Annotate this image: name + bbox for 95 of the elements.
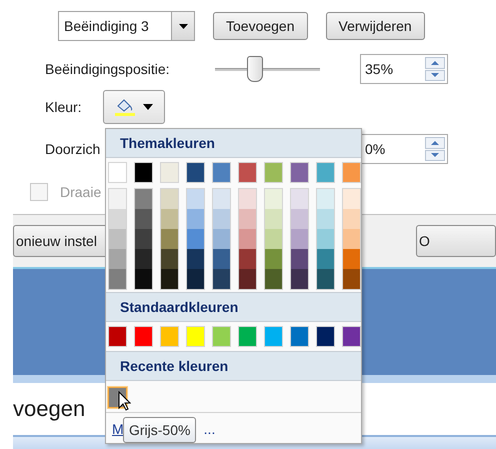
color-swatch[interactable] <box>238 326 257 347</box>
color-swatch[interactable] <box>265 229 282 249</box>
toolbar-button[interactable]: Verwijderen <box>326 12 425 40</box>
color-swatch[interactable] <box>238 162 257 183</box>
color-swatch[interactable] <box>212 326 231 347</box>
color-swatch[interactable] <box>264 326 283 347</box>
color-swatch[interactable] <box>135 249 152 269</box>
section-heading: Standaardkleuren <box>120 299 238 315</box>
color-swatch[interactable] <box>343 249 360 269</box>
position-label: Beëindigingspositie: <box>45 61 171 77</box>
color-swatch[interactable] <box>135 229 152 249</box>
color-swatch[interactable] <box>316 162 335 183</box>
color-swatch[interactable] <box>265 209 282 229</box>
caret-icon <box>143 104 153 110</box>
color-swatch[interactable] <box>135 269 152 289</box>
color-swatch[interactable] <box>108 326 127 347</box>
position-spinbox[interactable]: 35% <box>360 54 448 84</box>
color-swatch[interactable] <box>317 189 334 209</box>
ending-combo[interactable]: Beëindiging 3 <box>58 11 195 41</box>
color-swatch[interactable] <box>290 326 309 347</box>
combo-value: Beëindiging 3 <box>63 17 150 36</box>
more-colors-link[interactable]: ... <box>204 421 216 437</box>
fill-color-button[interactable] <box>103 90 165 124</box>
color-swatch[interactable] <box>187 249 204 269</box>
footer-button[interactable]: O <box>416 225 496 257</box>
slider-thumb[interactable] <box>246 56 263 82</box>
color-swatch[interactable] <box>239 249 256 269</box>
paint-bucket-icon <box>115 98 135 116</box>
color-swatch[interactable] <box>161 209 178 229</box>
color-swatch[interactable] <box>291 209 308 229</box>
mouse-pointer-icon <box>118 391 131 411</box>
section-heading: Themakleuren <box>120 135 215 151</box>
color-swatch[interactable] <box>160 326 179 347</box>
color-swatch[interactable] <box>213 189 230 209</box>
color-swatch[interactable] <box>161 269 178 289</box>
color-swatch[interactable] <box>187 269 204 289</box>
color-label: Kleur: <box>45 99 83 115</box>
color-swatch[interactable] <box>186 162 205 183</box>
color-swatch[interactable] <box>213 249 230 269</box>
color-swatch[interactable] <box>239 189 256 209</box>
color-swatch[interactable] <box>187 229 204 249</box>
color-swatch[interactable] <box>265 189 282 209</box>
more-colors-link[interactable]: M <box>112 421 124 437</box>
body-text: voegen <box>13 396 86 422</box>
color-swatch[interactable] <box>239 209 256 229</box>
color-swatch[interactable] <box>239 229 256 249</box>
color-swatch[interactable] <box>135 189 152 209</box>
color-swatch[interactable] <box>186 326 205 347</box>
color-swatch[interactable] <box>161 229 178 249</box>
color-swatch[interactable] <box>213 209 230 229</box>
color-swatch[interactable] <box>342 326 361 347</box>
color-swatch[interactable] <box>291 249 308 269</box>
caret-icon <box>178 24 188 28</box>
rotate-label: Draaie <box>60 184 102 200</box>
color-swatch[interactable] <box>109 189 126 209</box>
dropdown-button[interactable] <box>171 12 194 40</box>
color-swatch[interactable] <box>317 269 334 289</box>
color-swatch[interactable] <box>343 269 360 289</box>
color-swatch[interactable] <box>161 189 178 209</box>
color-swatch[interactable] <box>109 249 126 269</box>
color-swatch[interactable] <box>317 229 334 249</box>
color-swatch[interactable] <box>213 269 230 289</box>
tooltip: Grijs-50% <box>123 417 196 443</box>
color-swatch[interactable] <box>265 249 282 269</box>
color-swatch[interactable] <box>108 162 127 183</box>
color-swatch[interactable] <box>316 326 335 347</box>
color-swatch[interactable] <box>290 162 309 183</box>
section-heading: Recente kleuren <box>120 358 228 374</box>
color-swatch[interactable] <box>135 209 152 229</box>
toolbar-button[interactable]: Toevoegen <box>213 12 308 40</box>
color-swatch[interactable] <box>264 162 283 183</box>
color-swatch[interactable] <box>343 229 360 249</box>
color-swatch[interactable] <box>160 162 179 183</box>
color-swatch[interactable] <box>109 229 126 249</box>
transparency-spinbox[interactable]: 0% <box>360 134 448 164</box>
color-swatch[interactable] <box>343 189 360 209</box>
color-swatch[interactable] <box>212 162 231 183</box>
color-swatch[interactable] <box>161 249 178 269</box>
color-swatch[interactable] <box>265 269 282 289</box>
color-swatch[interactable] <box>317 209 334 229</box>
color-swatch[interactable] <box>109 269 126 289</box>
color-swatch[interactable] <box>213 229 230 249</box>
transparency-label: Doorzich <box>45 141 100 157</box>
color-swatch[interactable] <box>291 189 308 209</box>
color-swatch[interactable] <box>109 209 126 229</box>
color-swatch[interactable] <box>134 326 153 347</box>
color-swatch[interactable] <box>187 209 204 229</box>
color-swatch[interactable] <box>317 249 334 269</box>
color-swatch[interactable] <box>239 269 256 289</box>
color-swatch[interactable] <box>134 162 153 183</box>
color-swatch[interactable] <box>343 209 360 229</box>
color-swatch[interactable] <box>291 229 308 249</box>
color-swatch[interactable] <box>291 269 308 289</box>
color-swatch[interactable] <box>342 162 361 183</box>
color-swatch[interactable] <box>187 189 204 209</box>
